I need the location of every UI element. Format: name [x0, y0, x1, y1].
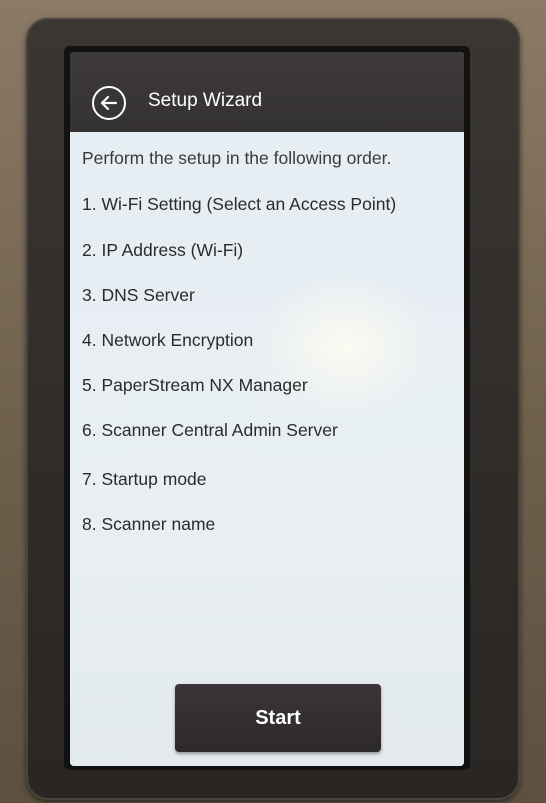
instruction-text: Perform the setup in the following order…	[82, 148, 392, 168]
step-scanner-central-admin-server: 6. Scanner Central Admin Server	[82, 420, 338, 440]
back-arrow-icon	[99, 93, 119, 113]
setup-steps-panel: Perform the setup in the following order…	[70, 132, 464, 766]
step-network-encryption: 4. Network Encryption	[82, 330, 254, 350]
step-paperstream-nx-manager: 5. PaperStream NX Manager	[82, 375, 308, 395]
start-button[interactable]: Start	[175, 684, 381, 752]
back-button[interactable]	[92, 86, 126, 120]
step-ip-address: 2. IP Address (Wi-Fi)	[82, 240, 244, 260]
start-button-label: Start	[255, 706, 301, 729]
page-title: Setup Wizard	[148, 90, 263, 111]
step-scanner-name: 8. Scanner name	[82, 514, 216, 534]
title-bar: Setup Wizard	[70, 52, 464, 132]
step-wifi-setting: 1. Wi-Fi Setting (Select an Access Point…	[82, 194, 397, 214]
step-dns-server: 3. DNS Server	[82, 285, 195, 305]
touch-screen: Setup Wizard Perform the setup in the fo…	[70, 52, 464, 766]
step-startup-mode: 7. Startup mode	[82, 469, 207, 489]
